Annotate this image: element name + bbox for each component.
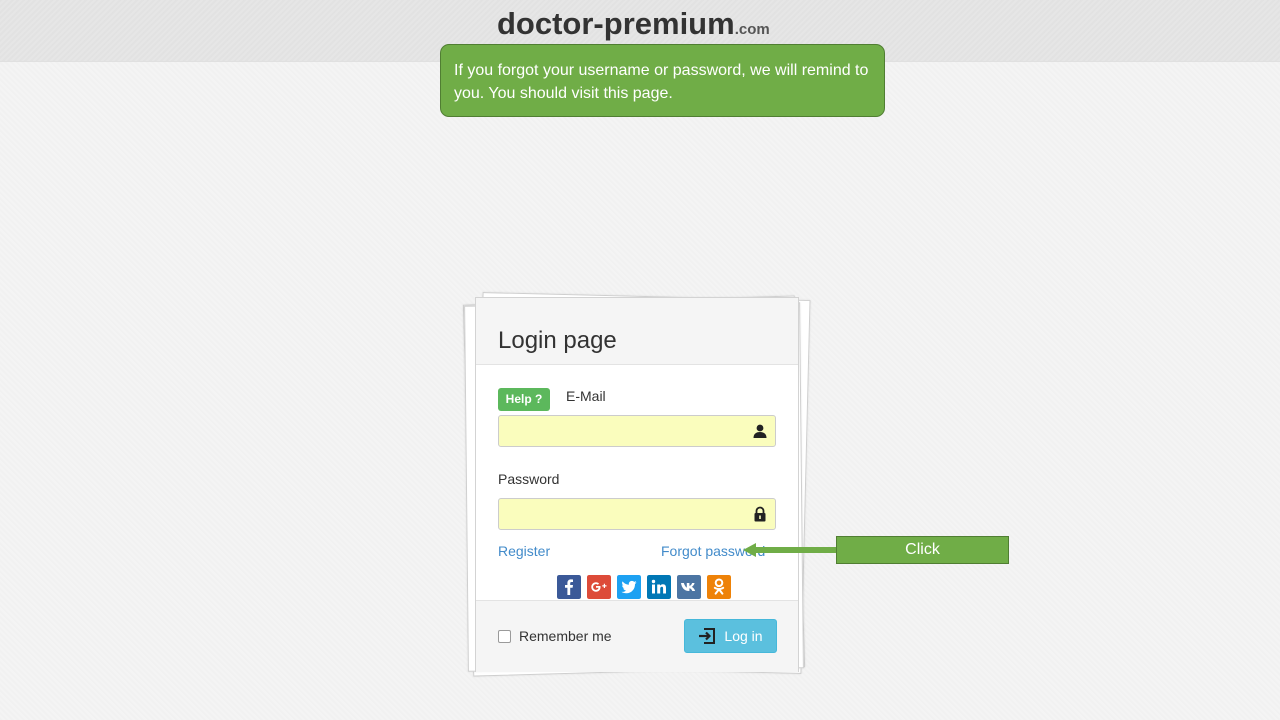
password-field-wrapper <box>498 498 776 530</box>
sign-in-icon <box>699 628 716 644</box>
linkedin-icon[interactable] <box>647 575 671 599</box>
google-plus-icon[interactable] <box>587 575 611 599</box>
click-annotation-label: Click <box>905 541 940 558</box>
user-icon <box>753 424 767 438</box>
remember-me-label: Remember me <box>519 628 612 644</box>
page: doctor-premium.com If you forgot your us… <box>0 0 1280 720</box>
tutorial-callout: If you forgot your username or password,… <box>440 44 885 117</box>
password-label: Password <box>498 471 560 487</box>
logo-tld: .com <box>734 21 770 38</box>
email-field[interactable] <box>499 416 755 446</box>
remember-me-checkbox[interactable] <box>498 629 511 643</box>
email-field-wrapper <box>498 415 776 447</box>
logo-main: doctor-premium <box>497 6 735 41</box>
login-button[interactable]: Log in <box>684 619 777 653</box>
login-card-header: Login page <box>476 298 798 365</box>
facebook-icon[interactable] <box>557 575 581 599</box>
site-logo[interactable]: doctor-premium.com <box>497 6 770 42</box>
password-field[interactable] <box>499 499 755 529</box>
remember-me: Remember me <box>498 628 612 644</box>
callout-text: If you forgot your username or password,… <box>454 62 869 102</box>
social-login-bar <box>557 575 731 599</box>
click-annotation: Click <box>836 536 1009 564</box>
vk-icon[interactable] <box>677 575 701 599</box>
twitter-icon[interactable] <box>617 575 641 599</box>
login-title: Login page <box>498 327 617 354</box>
email-label: E-Mail <box>566 388 606 404</box>
login-button-label: Log in <box>724 628 763 644</box>
annotation-arrow <box>743 543 840 557</box>
help-button[interactable]: Help ? <box>498 388 550 411</box>
register-link[interactable]: Register <box>498 543 550 559</box>
login-card: Login page Help ? E-Mail Password Regist… <box>475 297 799 672</box>
lock-icon <box>754 506 766 522</box>
odnoklassniki-icon[interactable] <box>707 575 731 599</box>
